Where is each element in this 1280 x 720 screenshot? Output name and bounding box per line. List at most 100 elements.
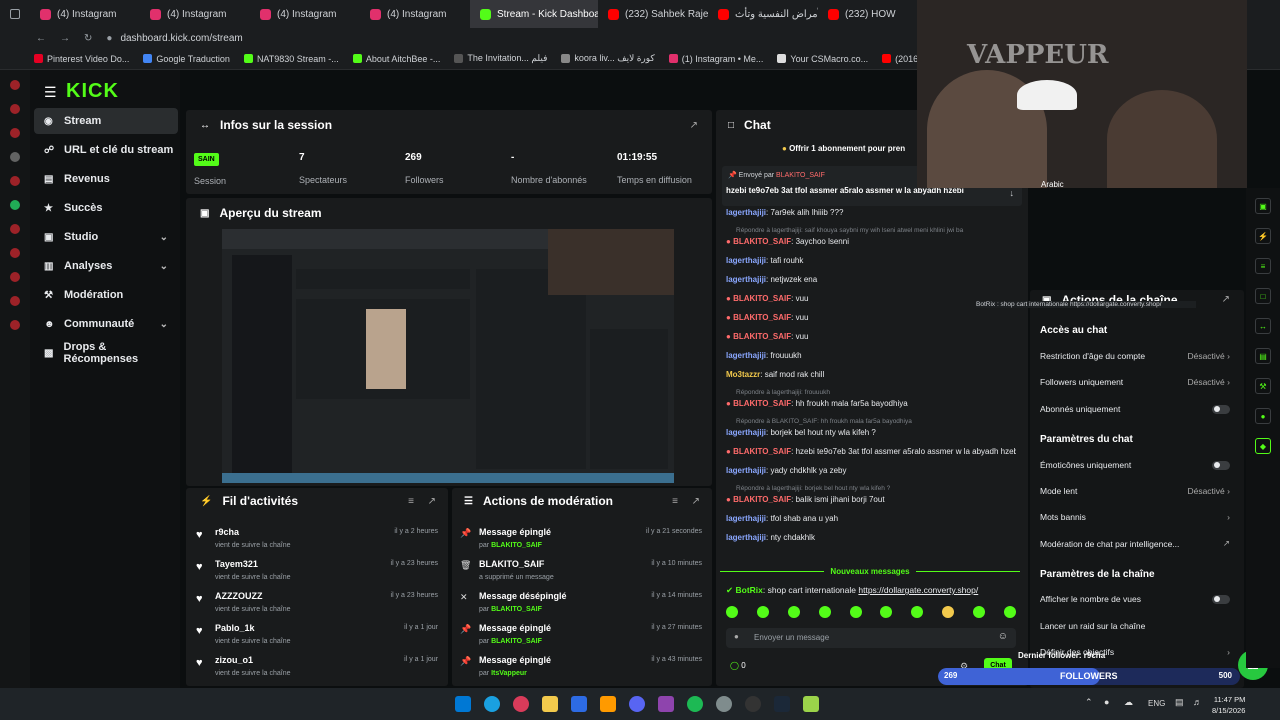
chat-message[interactable]: lagerthajiji: tfol shab ana u yah	[726, 514, 1016, 523]
sidebar-item-moderation[interactable]: ⚒ Modération	[34, 282, 178, 308]
browser-tab[interactable]: (4) Instagram	[30, 0, 140, 28]
capcut-icon[interactable]	[658, 696, 674, 712]
chat-username[interactable]: lagerthajiji	[726, 514, 766, 523]
activity-name[interactable]: r9cha	[215, 527, 239, 537]
browser-tab[interactable]: كل الأمراض النفسية وتأث	[708, 0, 818, 28]
chat-message[interactable]: lagerthajiji: yady chdkhlk ya zeby	[726, 466, 1016, 475]
rail-icon[interactable]	[10, 272, 20, 282]
kick-logo[interactable]: KICK	[66, 80, 119, 103]
show-views-toggle[interactable]	[1212, 594, 1230, 604]
chat-username[interactable]: lagerthajiji	[726, 256, 766, 265]
windows-start-icon[interactable]	[455, 696, 471, 712]
sidebar-item-url[interactable]: ☍ URL et clé du stream	[34, 137, 178, 163]
browser-menu-icon[interactable]	[0, 0, 30, 28]
chat-username[interactable]: lagerthajiji	[726, 275, 766, 284]
back-icon[interactable]: ←	[36, 33, 46, 44]
bookmark[interactable]: NAT9830 Stream -...	[243, 54, 339, 64]
rail-icon[interactable]	[10, 320, 20, 330]
activity-name[interactable]: Pablo_1k	[215, 623, 255, 633]
ai-moderation-row[interactable]: Modération de chat par intelligence... ↗	[1040, 538, 1230, 549]
gift-sub-banner[interactable]: ● Offrir 1 abonnement pour pren	[782, 144, 922, 153]
bookmark[interactable]: Google Traduction	[143, 54, 230, 64]
url-text[interactable]: dashboard.kick.com/stream	[120, 33, 242, 44]
followers-only-row[interactable]: Followers uniquement Désactivé ›	[1040, 377, 1230, 387]
settings-gear-icon[interactable]	[716, 696, 732, 712]
bookmark[interactable]: Your CSMacro.co...	[777, 54, 868, 64]
reload-icon[interactable]: ↻	[84, 33, 92, 44]
sidebar-item-stream[interactable]: ◉ Stream	[34, 108, 178, 134]
bookmark[interactable]: (1) Instagram • Me...	[668, 54, 763, 64]
spotify-icon[interactable]	[687, 696, 703, 712]
opera-icon[interactable]	[513, 696, 529, 712]
moderation-item[interactable]: 📌 Message épinglé par BLAKITO_SAIF il y a 2…	[460, 527, 706, 555]
emote-icon[interactable]	[818, 606, 831, 618]
age-restriction-row[interactable]: Restriction d'âge du compte Désactivé ›	[1040, 351, 1230, 361]
forward-icon[interactable]: →	[60, 33, 70, 44]
discord-icon[interactable]	[629, 696, 645, 712]
moderation-user[interactable]: BLAKITO_SAIF	[491, 638, 542, 645]
moderation-item[interactable]: 📌 Message épinglé par ItsVappeur il y a 43 …	[460, 655, 706, 683]
emote-icon[interactable]	[787, 606, 800, 618]
emote-icon[interactable]	[911, 606, 924, 618]
moderation-item[interactable]: 📌 Message épinglé par BLAKITO_SAIF il y a 2…	[460, 623, 706, 651]
activity-item[interactable]: ♥ zizou_o1 vient de suivre la chaîne il y a…	[196, 655, 442, 683]
onedrive-icon[interactable]: ☁	[1124, 697, 1133, 708]
file-explorer-icon[interactable]	[542, 696, 558, 712]
subscribers-only-toggle[interactable]	[1212, 404, 1230, 414]
browser-tab[interactable]: (232) Sahbek Rajel Se	[598, 0, 708, 28]
emoji-icon[interactable]: ☺	[998, 631, 1008, 642]
chat-message[interactable]: ● BLAKITO_SAIF: vuu	[726, 294, 1016, 303]
slow-mode-row[interactable]: Mode lent Désactivé ›	[1040, 486, 1230, 496]
stream-preview-video[interactable]	[222, 229, 674, 483]
rail-icon[interactable]	[10, 80, 20, 90]
chat-message[interactable]: lagerthajiji: borjek bel hout nty wla ki…	[726, 428, 1016, 437]
moderation-user[interactable]: BLAKITO_SAIF	[491, 542, 542, 549]
chat-username[interactable]: lagerthajiji	[726, 208, 766, 217]
moderation-item[interactable]: ✕ Message désépinglé par BLAKITO_SAIF il y …	[460, 591, 706, 619]
emote-icon[interactable]	[756, 606, 769, 618]
rail-tool-icon[interactable]: ●	[1255, 408, 1271, 424]
game-app-icon[interactable]	[803, 696, 819, 712]
edge-icon[interactable]	[484, 696, 500, 712]
chat-message[interactable]: Mo3tazzr: saif mod rak chill	[726, 370, 1016, 379]
sidebar-item-studio[interactable]: ▣ Studio ⌄	[34, 224, 178, 250]
emote-icon[interactable]	[973, 606, 985, 618]
rail-tool-icon[interactable]: ▤	[1255, 348, 1271, 364]
sidebar-item-drops[interactable]: ▩ Drops & Récompenses	[34, 340, 178, 366]
channel-points[interactable]: ◯ 0	[730, 661, 746, 670]
sidebar-item-achievements[interactable]: ★ Succès	[34, 195, 178, 221]
whatsapp-icon[interactable]	[10, 200, 20, 210]
chat-message[interactable]: ● BLAKITO_SAIF: vuu	[726, 332, 1016, 341]
emote-icon[interactable]	[880, 606, 893, 618]
chat-username[interactable]: BotRix	[736, 585, 763, 595]
mic-icon[interactable]: ●	[1104, 697, 1109, 707]
new-messages-divider[interactable]: Nouveaux messages	[720, 565, 1020, 577]
chat-message[interactable]: ● BLAKITO_SAIF: hzebi te9o7eb 3at tfol a…	[726, 447, 1016, 456]
chat-message[interactable]: lagerthajiji: frouuukh	[726, 351, 1016, 360]
moderation-user[interactable]: ItsVappeur	[491, 670, 527, 677]
chat-username[interactable]: BLAKITO_SAIF	[733, 294, 791, 303]
chevron-up-icon[interactable]: ⌃	[1085, 697, 1093, 708]
expand-icon[interactable]: ↓	[1010, 188, 1015, 198]
moderation-item[interactable]: 🗑 BLAKITO_SAIF a supprimé un message il y …	[460, 559, 706, 587]
activity-name[interactable]: zizou_o1	[215, 655, 253, 665]
emote-icon[interactable]	[1003, 606, 1016, 618]
bookmark[interactable]: koora liv... كورة لايف	[561, 53, 655, 64]
filter-icon[interactable]: ≡	[672, 496, 678, 507]
taskbar-clock[interactable]: 11:47 PM 8/15/2026	[1212, 694, 1245, 716]
rail-tool-icon[interactable]: ⚡	[1255, 228, 1271, 244]
rail-tool-icon[interactable]: ◆	[1255, 438, 1271, 454]
filter-icon[interactable]: ≡	[408, 496, 414, 507]
chat-message[interactable]: ● BLAKITO_SAIF: hh froukh mala far5a bay…	[726, 399, 1016, 408]
rail-icon[interactable]	[10, 152, 20, 162]
emote-icon[interactable]	[726, 606, 738, 618]
language-indicator[interactable]: ENG	[1148, 699, 1165, 708]
chat-input[interactable]: ● Envoyer un message ☺	[726, 628, 1016, 648]
chat-username[interactable]: lagerthajiji	[726, 428, 766, 437]
network-icon[interactable]: ▤	[1175, 697, 1184, 708]
popout-icon[interactable]: ↗	[690, 120, 698, 131]
emote-icon[interactable]	[942, 606, 955, 618]
browser-tab[interactable]: (4) Instagram	[360, 0, 470, 28]
sidebar-item-revenue[interactable]: ▤ Revenus	[34, 166, 178, 192]
rail-icon[interactable]	[10, 224, 20, 234]
